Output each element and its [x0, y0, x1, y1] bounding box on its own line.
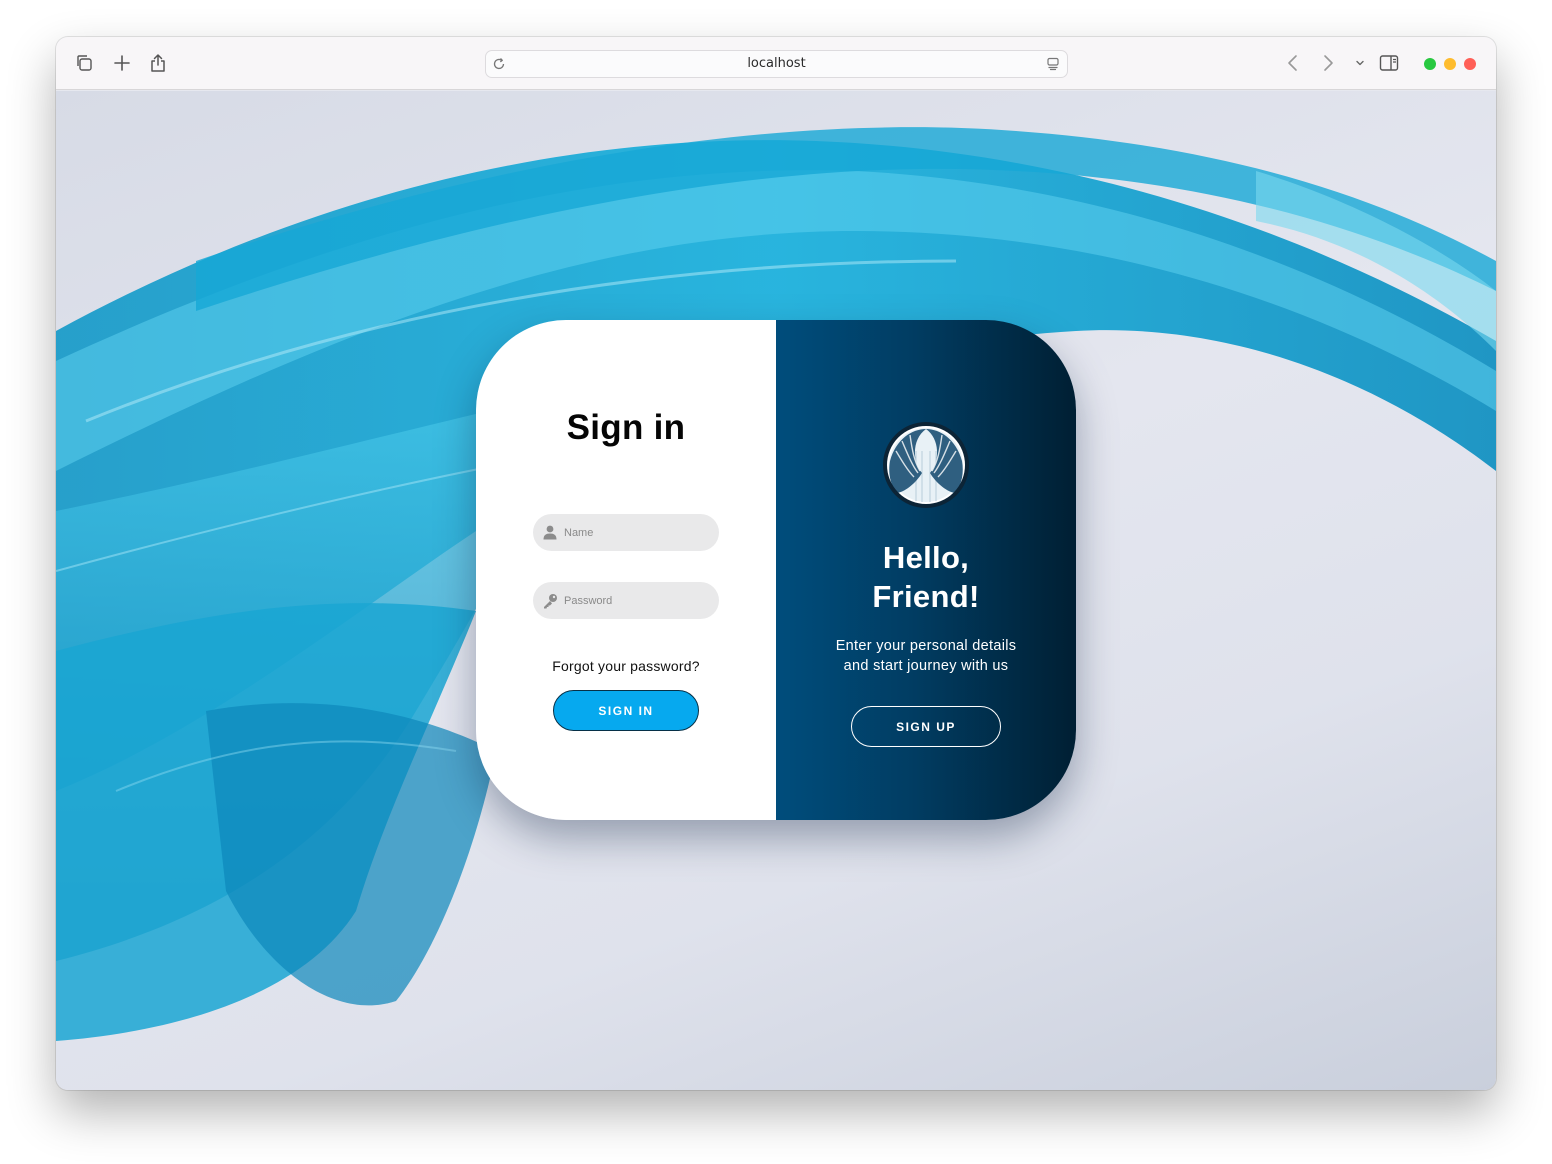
- signup-button[interactable]: SIGN UP: [851, 706, 1001, 747]
- page-viewport: Sign in Forgot your password? SIGN IN: [56, 91, 1496, 1090]
- signin-title: Sign in: [566, 408, 686, 447]
- greeting-line-1: Hello,: [882, 540, 970, 575]
- greeting-line-2: Friend!: [872, 579, 980, 614]
- auth-card: Sign in Forgot your password? SIGN IN: [476, 320, 1076, 820]
- description-line-2: and start journey with us: [843, 658, 1009, 674]
- forward-icon[interactable]: [1316, 51, 1340, 75]
- password-input[interactable]: [564, 594, 714, 607]
- name-input[interactable]: [564, 526, 714, 539]
- new-tab-icon[interactable]: [110, 51, 134, 75]
- traffic-light-yellow[interactable]: [1444, 58, 1456, 70]
- user-icon: [542, 525, 558, 541]
- browser-window: localhost Sign in Name Forgot your passw…: [56, 37, 1496, 1090]
- signin-panel: Sign in Forgot your password? SIGN IN: [476, 320, 776, 820]
- name-field[interactable]: [533, 514, 719, 551]
- traffic-light-green[interactable]: [1424, 58, 1436, 70]
- signup-panel: Hello, Friend! Enter your personal detai…: [776, 320, 1076, 820]
- back-icon[interactable]: [1281, 51, 1305, 75]
- key-icon: [542, 593, 558, 609]
- traffic-light-red[interactable]: [1464, 58, 1476, 70]
- greeting-heading: Hello, Friend!: [776, 538, 1076, 616]
- signup-description: Enter your personal details and start jo…: [776, 636, 1076, 676]
- forgot-password-link[interactable]: Forgot your password?: [476, 658, 776, 674]
- password-field[interactable]: [533, 582, 719, 619]
- sidebar-icon[interactable]: [1377, 51, 1401, 75]
- tabs-overview-icon[interactable]: [72, 51, 96, 75]
- curtain-logo-icon: [882, 421, 970, 509]
- chevron-down-icon[interactable]: [1348, 51, 1372, 75]
- reader-icon[interactable]: [1045, 56, 1061, 72]
- address-url: localhost: [747, 56, 806, 71]
- browser-toolbar: localhost: [56, 37, 1496, 90]
- description-line-1: Enter your personal details: [835, 638, 1017, 654]
- address-bar[interactable]: localhost: [485, 50, 1068, 78]
- signin-button[interactable]: SIGN IN: [553, 690, 699, 731]
- share-icon[interactable]: [146, 51, 170, 75]
